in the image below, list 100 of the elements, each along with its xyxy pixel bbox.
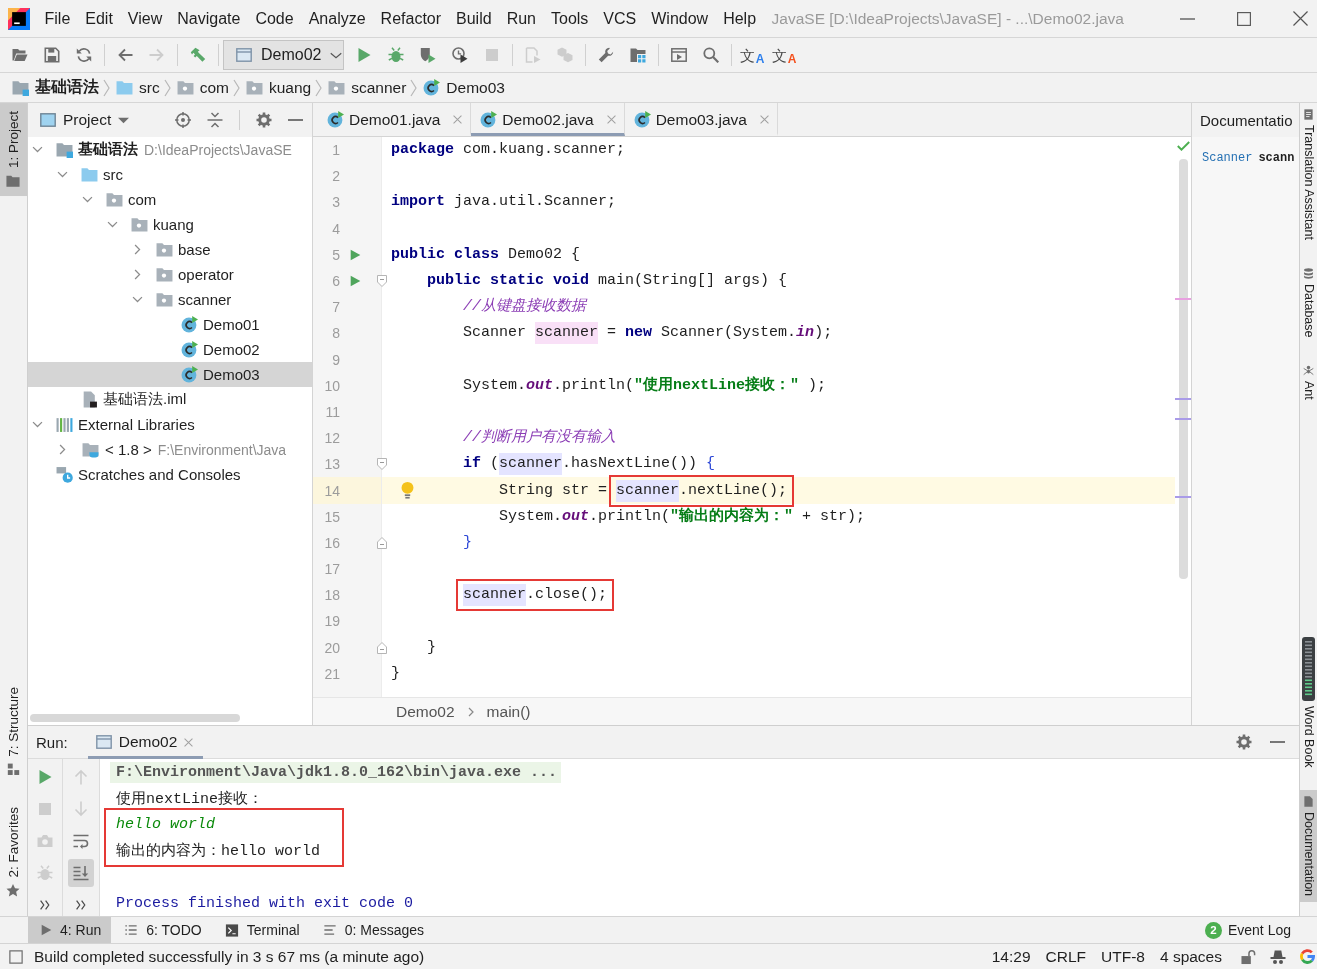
tool-window-tab[interactable]: Word Book — [1300, 631, 1317, 774]
fold-icon[interactable] — [377, 275, 387, 288]
chevron-down-icon[interactable] — [106, 219, 118, 230]
editor-tab[interactable]: Demo03.java — [624, 103, 778, 136]
tool-window-tab[interactable]: Translation Assistant — [1300, 103, 1317, 246]
folder-icon[interactable] — [12, 47, 28, 63]
menu-item[interactable]: Tools — [543, 7, 596, 30]
menu-item[interactable]: Run — [499, 7, 544, 30]
tool-window-tab[interactable]: 6: TODO — [111, 917, 212, 943]
run-configuration-dropdown[interactable]: Demo02 — [223, 40, 344, 70]
arrow-left-icon[interactable] — [117, 47, 133, 63]
tool-window-tab[interactable]: 7: Structure — [0, 678, 27, 784]
tool-window-tab[interactable]: Database — [1300, 261, 1317, 344]
fold-end-icon[interactable] — [377, 536, 387, 549]
collapse-icon[interactable] — [207, 112, 223, 128]
breadcrumb-item[interactable]: src — [116, 74, 160, 101]
shield-play-icon[interactable] — [420, 47, 436, 63]
chevron-down-icon[interactable] — [31, 419, 43, 430]
search-icon[interactable] — [703, 47, 719, 63]
tool-window-tab[interactable]: 4: Run — [28, 917, 112, 943]
breadcrumb-item[interactable]: kuang — [245, 74, 312, 101]
project-view-dropdown[interactable]: Project — [40, 111, 130, 129]
menu-item[interactable]: Analyze — [301, 7, 374, 30]
hat-icon[interactable] — [1270, 948, 1286, 965]
tool-window-tab[interactable]: Documentation — [1300, 789, 1317, 902]
status-item[interactable]: CRLF — [1045, 947, 1087, 966]
status-item[interactable]: 14:29 — [991, 947, 1031, 966]
letter-g-icon[interactable] — [1300, 949, 1315, 964]
tree-item[interactable]: src — [28, 162, 312, 187]
bug-icon[interactable] — [388, 47, 404, 63]
settings-icon[interactable] — [256, 112, 272, 128]
tree-item[interactable]: Demo01 — [28, 312, 312, 337]
editor-tab[interactable]: Demo01.java — [318, 103, 472, 136]
console-line: hello world — [116, 815, 216, 833]
tree-item[interactable]: External Libraries — [28, 412, 312, 437]
tree-item[interactable]: Demo03 — [28, 362, 312, 387]
play-icon[interactable] — [356, 47, 372, 63]
crosshair-icon[interactable] — [175, 112, 191, 128]
lightbulb-icon[interactable] — [401, 481, 414, 500]
settings-icon[interactable] — [1236, 734, 1252, 750]
status-item[interactable]: 4 spaces — [1159, 947, 1222, 966]
breadcrumb-item[interactable]: Demo03 — [423, 74, 505, 101]
tree-item[interactable]: com — [28, 187, 312, 212]
play-icon[interactable] — [350, 248, 361, 261]
menu-item[interactable]: View — [120, 7, 170, 30]
tree-item[interactable]: scanner — [28, 287, 312, 312]
menu-item[interactable]: Code — [247, 7, 302, 30]
chevron-down-icon[interactable] — [56, 169, 68, 180]
minimize-icon[interactable] — [1180, 17, 1195, 20]
code-line: } — [427, 637, 437, 658]
tree-item[interactable]: < 1.8 > F:\Environment\Java — [28, 437, 312, 462]
menu-item[interactable]: Refactor — [373, 7, 449, 30]
breadcrumb-item[interactable]: scanner — [328, 74, 407, 101]
menu-item[interactable]: VCS — [595, 7, 644, 30]
chevron-down-icon[interactable] — [81, 194, 93, 205]
breadcrumb-item[interactable]: main() — [486, 702, 531, 721]
tree-item[interactable]: kuang — [28, 212, 312, 237]
chevron-down-icon[interactable] — [131, 294, 143, 305]
tool-window-tab[interactable]: Terminal — [211, 917, 310, 943]
menu-item[interactable]: Edit — [77, 7, 121, 30]
breadcrumb-item[interactable]: 基础语法 — [12, 74, 99, 101]
clock-play-icon[interactable] — [452, 47, 468, 63]
tool-window-tab[interactable]: Ant — [1300, 359, 1317, 407]
wrench-icon[interactable] — [598, 47, 614, 63]
folder-grid-icon[interactable] — [630, 47, 646, 63]
refresh-icon[interactable] — [76, 47, 92, 63]
hammer-icon[interactable] — [190, 47, 206, 63]
fold-icon[interactable] — [377, 458, 387, 471]
tree-item[interactable]: base — [28, 237, 312, 262]
menu-item[interactable]: File — [37, 7, 78, 30]
tool-window-tab[interactable]: 1: Project — [0, 103, 27, 197]
tree-item[interactable]: Scratches and Consoles — [28, 462, 312, 487]
window-play-icon[interactable] — [671, 47, 687, 63]
fold-end-icon[interactable] — [377, 641, 387, 654]
menu-item[interactable]: Build — [448, 7, 500, 30]
scrollbar-thumb[interactable] — [30, 714, 240, 722]
doc-link[interactable]: Scanner — [1202, 151, 1253, 165]
menu-item[interactable]: Navigate — [169, 7, 248, 30]
breadcrumb-item[interactable]: Demo02 — [396, 702, 455, 721]
close-icon[interactable] — [1293, 11, 1308, 26]
menu-item[interactable]: Window — [643, 7, 716, 30]
padlock-icon[interactable] — [1241, 948, 1256, 965]
scroll-button[interactable] — [68, 859, 94, 887]
editor-tab[interactable]: Demo02.java — [471, 103, 625, 136]
square-icon[interactable] — [9, 949, 23, 964]
event-log-button[interactable]: Event Log — [1227, 922, 1291, 938]
tree-item[interactable]: operator — [28, 262, 312, 287]
tree-item[interactable]: 基础语法 D:\IdeaProjects\JavaSE — [28, 137, 312, 162]
tool-window-tab[interactable]: 2: Favorites — [0, 799, 27, 906]
chevron-down-icon[interactable] — [31, 144, 43, 155]
status-item[interactable]: UTF-8 — [1101, 947, 1145, 966]
play-icon[interactable] — [350, 275, 361, 288]
tool-window-tab[interactable]: 0: Messages — [309, 917, 435, 943]
breadcrumb-item[interactable]: com — [176, 74, 229, 101]
scrollbar-thumb[interactable] — [1178, 159, 1188, 579]
save-icon[interactable] — [44, 47, 60, 63]
tree-item[interactable]: 基础语法.iml — [28, 387, 312, 412]
menu-item[interactable]: Help — [715, 7, 764, 30]
maximize-icon[interactable] — [1237, 11, 1251, 26]
tree-item[interactable]: Demo02 — [28, 337, 312, 362]
